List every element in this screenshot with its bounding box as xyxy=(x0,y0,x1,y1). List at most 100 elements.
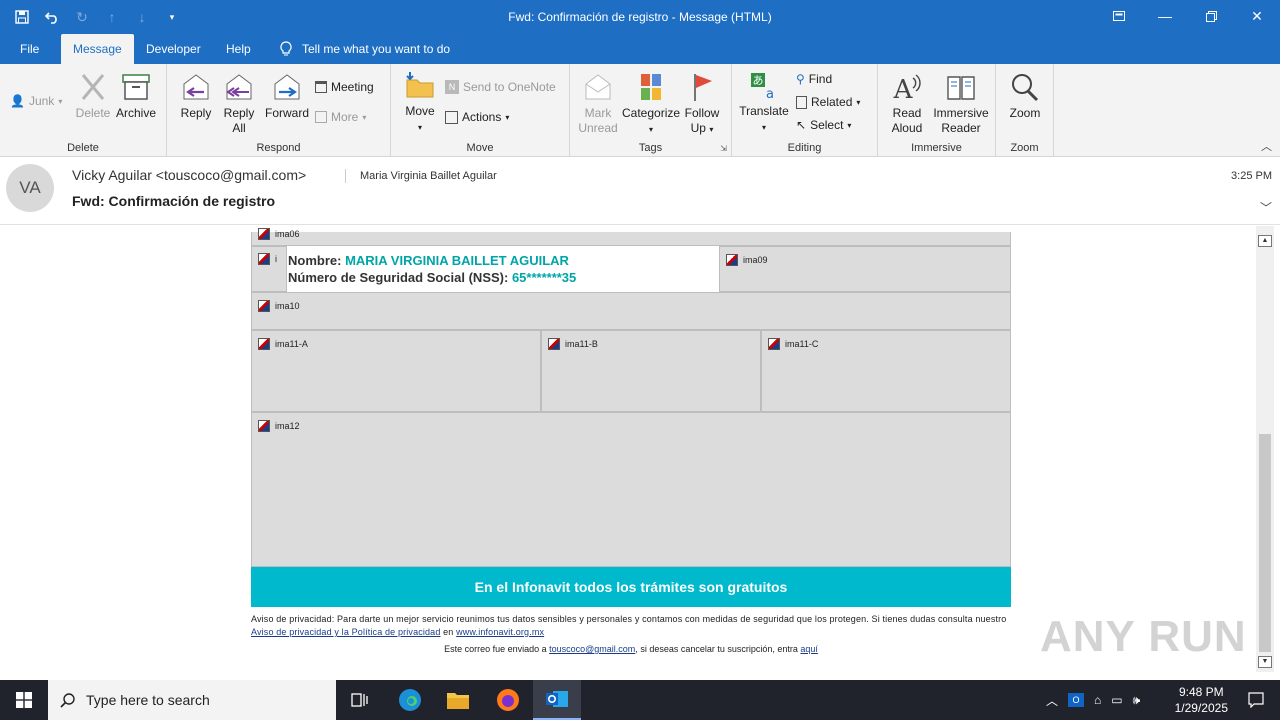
delete-x-icon xyxy=(81,74,105,100)
ribbon-display-options-icon[interactable] xyxy=(1096,0,1142,32)
zoom-icon xyxy=(1012,74,1039,102)
respond-group: Reply Reply All Forward Meeting More ▾ Res… xyxy=(167,64,391,157)
device-icon[interactable]: ⌂ xyxy=(1094,693,1101,707)
taskbar: Type here to search ︿ O ⌂ ▭ 🕪 9:48 PM 1/… xyxy=(0,680,1280,720)
message-header: VA Vicky Aguilar <touscoco@gmail.com> Ma… xyxy=(0,157,1280,225)
follow-up-button[interactable]: Follow Up ▾ xyxy=(682,72,722,137)
mark-unread-icon xyxy=(585,74,611,100)
image-placeholder-ima11-a: ima11-A xyxy=(251,330,541,412)
reply-all-button[interactable]: Reply All xyxy=(219,72,259,136)
search-icon xyxy=(60,693,75,708)
delete-button[interactable]: Delete xyxy=(74,72,112,121)
zoom-group: Zoom Zoom xyxy=(996,64,1054,157)
junk-icon: 👤 xyxy=(10,94,25,108)
send-to-onenote-button[interactable]: N Send to OneNote xyxy=(445,80,556,94)
window-title: Fwd: Confirmación de registro - Message … xyxy=(508,10,772,24)
window-controls: — ✕ xyxy=(1096,0,1280,32)
flag-icon xyxy=(694,74,712,101)
scroll-up-icon[interactable]: ▲ xyxy=(1258,235,1272,247)
show-hidden-icons-icon[interactable]: ︿ xyxy=(1046,692,1058,709)
outlook-tray-icon[interactable]: O xyxy=(1068,693,1085,707)
chevron-down-icon: ▾ xyxy=(761,123,766,132)
minimize-icon[interactable]: — xyxy=(1142,0,1188,32)
zoom-button[interactable]: Zoom xyxy=(1004,72,1046,121)
reply-button[interactable]: Reply xyxy=(175,72,217,121)
tags-group-label: Tags xyxy=(638,142,663,154)
immersive-group: A Read Aloud Immersive Reader Immersive xyxy=(878,64,996,157)
image-placeholder-ima09: ima09 xyxy=(719,246,1011,292)
anyrun-watermark: ANY RUN xyxy=(1040,612,1247,661)
delete-group: 👤 Junk ▾ Delete Archive Delete xyxy=(0,64,167,157)
related-button[interactable]: Related ▾ xyxy=(796,95,860,109)
volume-icon[interactable]: 🕪 xyxy=(1133,693,1141,708)
outlook-taskbar-icon[interactable] xyxy=(533,680,581,720)
meeting-button[interactable]: Meeting xyxy=(315,80,374,94)
related-icon xyxy=(796,95,807,109)
chevron-down-icon: ▾ xyxy=(58,96,63,106)
tell-me-box[interactable]: Tell me what you want to do xyxy=(268,34,462,64)
broken-image-icon xyxy=(548,338,560,350)
categorize-button[interactable]: Categorize ▾ xyxy=(622,72,680,137)
broken-image-icon xyxy=(258,300,270,312)
forward-button[interactable]: Forward xyxy=(261,72,313,121)
immersive-reader-icon xyxy=(947,76,975,100)
editing-group-label: Editing xyxy=(787,142,822,154)
immersive-group-label: Immersive xyxy=(911,142,962,154)
file-explorer-icon[interactable] xyxy=(434,680,482,720)
actions-icon xyxy=(445,110,458,124)
recipient-email-link[interactable]: touscoco@gmail.com xyxy=(549,644,635,654)
clock-time: 9:48 PM xyxy=(1178,685,1224,699)
chevron-down-icon: ▾ xyxy=(847,120,852,130)
broken-image-icon xyxy=(768,338,780,350)
tab-file[interactable]: File xyxy=(8,34,51,64)
chevron-down-icon: ▾ xyxy=(362,112,367,122)
avatar: VA xyxy=(6,164,54,212)
taskbar-clock[interactable]: 9:48 PM 1/29/2025 xyxy=(1175,684,1228,716)
mark-unread-button[interactable]: Mark Unread xyxy=(576,72,620,136)
edge-browser-icon[interactable] xyxy=(386,680,434,720)
read-aloud-button[interactable]: A Read Aloud xyxy=(884,72,930,136)
start-button[interactable] xyxy=(0,680,48,720)
select-button[interactable]: ↖ Select ▾ xyxy=(796,118,851,132)
network-icon[interactable]: ▭ xyxy=(1111,693,1122,707)
junk-button[interactable]: 👤 Junk ▾ xyxy=(10,94,62,108)
tab-help[interactable]: Help xyxy=(214,34,263,64)
broken-image-icon xyxy=(258,338,270,350)
task-view-icon[interactable] xyxy=(336,680,384,720)
broken-image-icon xyxy=(258,228,270,240)
actions-button[interactable]: Actions ▾ xyxy=(445,110,509,124)
system-tray: ︿ O ⌂ ▭ 🕪 xyxy=(1046,680,1140,720)
scroll-thumb[interactable] xyxy=(1259,434,1271,652)
firefox-icon[interactable] xyxy=(484,680,532,720)
taskbar-search-box[interactable]: Type here to search xyxy=(48,680,336,720)
identity-box: Nombre: MARIA VIRGINIA BAILLET AGUILAR N… xyxy=(287,246,719,292)
move-button[interactable]: Move ▾ xyxy=(401,70,439,135)
immersive-reader-button[interactable]: Immersive Reader xyxy=(930,72,992,136)
tell-me-label: Tell me what you want to do xyxy=(302,42,451,56)
tab-message[interactable]: Message xyxy=(61,34,134,64)
find-button[interactable]: ⚲ Find xyxy=(796,72,832,86)
chevron-down-icon: ▾ xyxy=(856,97,861,107)
vertical-scrollbar[interactable]: ▲ ▼ xyxy=(1256,226,1274,672)
privacy-policy-link[interactable]: Aviso de privacidad y la Política de pri… xyxy=(251,627,440,637)
svg-text:A: A xyxy=(893,75,914,102)
sender[interactable]: Vicky Aguilar <touscoco@gmail.com> xyxy=(72,167,306,183)
expand-header-icon[interactable]: ﹀ xyxy=(1260,199,1272,216)
close-icon[interactable]: ✕ xyxy=(1234,0,1280,32)
translate-button[interactable]: あa Translate ▾ xyxy=(738,70,790,135)
archive-button[interactable]: Archive xyxy=(114,72,158,121)
more-respond-button[interactable]: More ▾ xyxy=(315,110,366,124)
tab-developer[interactable]: Developer xyxy=(134,34,213,64)
maximize-icon[interactable] xyxy=(1188,0,1234,32)
respond-group-label: Respond xyxy=(256,142,301,154)
scroll-down-icon[interactable]: ▼ xyxy=(1258,656,1272,668)
unsubscribe-link[interactable]: aquí xyxy=(800,644,818,654)
infonavit-site-link[interactable]: www.infonavit.org.mx xyxy=(456,627,544,637)
collapse-ribbon-icon[interactable]: ︿ xyxy=(1261,138,1272,154)
recipient[interactable]: Maria Virginia Baillet Aguilar xyxy=(345,169,497,183)
read-aloud-icon: A xyxy=(893,74,921,102)
reply-icon xyxy=(183,74,209,100)
notifications-icon[interactable] xyxy=(1232,680,1280,720)
chevron-down-icon: ▾ xyxy=(709,125,714,134)
move-group: Move ▾ N Send to OneNote Actions ▾ Move xyxy=(391,64,570,157)
